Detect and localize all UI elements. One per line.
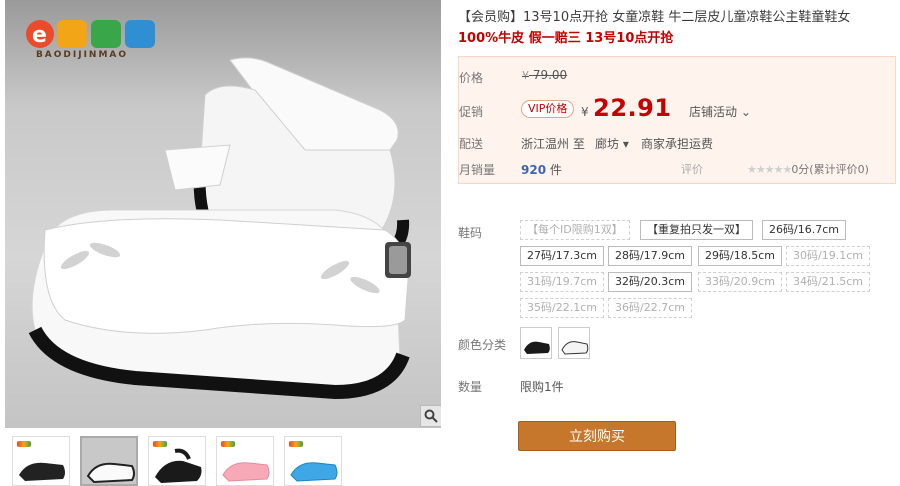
- size-option[interactable]: 【每个ID限购1双】: [520, 220, 630, 240]
- size-option[interactable]: 36码/22.7cm: [608, 298, 692, 318]
- white-sandal-thumb-icon: [82, 438, 136, 484]
- size-option[interactable]: 29码/18.5cm: [698, 246, 782, 266]
- black-sandal-swatch-icon: [524, 341, 550, 354]
- pink-sandal-thumb-icon: [222, 462, 270, 482]
- promo-price: ¥22.91: [581, 94, 672, 122]
- promo-label: 促销: [459, 105, 484, 119]
- sandal-illustration: [28, 57, 411, 400]
- star-rating-icon: ★★★★★: [747, 163, 792, 176]
- sales-count: 920: [521, 163, 547, 177]
- magnifier-icon: [424, 409, 438, 423]
- price-panel: 价格 ¥ 79.00 促销 VIP价格 ¥22.91 店铺活动 ⌄ 配送 浙江温…: [458, 56, 896, 184]
- monthly-sales: 920 件: [521, 161, 562, 178]
- freight-info: 商家承担运费: [641, 137, 714, 151]
- size-label: 鞋码: [458, 226, 483, 240]
- size-option[interactable]: 32码/20.3cm: [608, 272, 692, 292]
- original-price: ¥ 79.00: [522, 68, 567, 82]
- original-price-value: 79.00: [532, 68, 568, 82]
- black-sandal-thumb-icon: [19, 462, 65, 481]
- thumbnail-pink[interactable]: [216, 436, 274, 486]
- color-label: 颜色分类: [458, 338, 507, 352]
- quantity-limit: 限购1件: [520, 380, 564, 394]
- monthly-sales-label: 月销量: [459, 163, 496, 177]
- thumbnail-black-2[interactable]: [148, 436, 206, 486]
- buy-now-button[interactable]: 立刻购买: [518, 421, 676, 451]
- promo-price-value: 22.91: [593, 94, 672, 122]
- currency-symbol: ¥: [581, 105, 590, 119]
- currency-symbol: ¥: [522, 69, 529, 82]
- white-sandal-swatch-icon: [561, 341, 589, 355]
- size-option[interactable]: 35码/22.1cm: [520, 298, 604, 318]
- thumbnail-strip: [5, 430, 441, 486]
- shop-activity-dropdown[interactable]: 店铺活动 ⌄: [689, 103, 751, 120]
- black-sandal-thumb-icon: [155, 448, 202, 483]
- size-option[interactable]: 26码/16.7cm: [762, 220, 846, 240]
- thumbnail-white[interactable]: [80, 436, 138, 486]
- ship-to-dropdown[interactable]: 廊坊 ▾: [595, 135, 629, 152]
- vip-price-badge: VIP价格: [521, 100, 575, 118]
- price-label: 价格: [459, 71, 484, 85]
- size-option[interactable]: 34码/21.5cm: [786, 272, 870, 292]
- size-option[interactable]: 30码/19.1cm: [786, 246, 870, 266]
- rating-label: 评价: [681, 163, 703, 176]
- product-subtitle: 100%牛皮 假一赔三 13号10点开抢: [458, 31, 674, 46]
- main-product-image[interactable]: e BAODIJINMAO: [5, 0, 441, 428]
- rating-text: 0分(累计评价0): [791, 163, 869, 176]
- sales-unit: 件: [549, 163, 562, 177]
- size-option[interactable]: 31码/19.7cm: [520, 272, 604, 292]
- ship-from-location: 浙江温州 至: [521, 137, 585, 151]
- zoom-button[interactable]: [420, 405, 441, 427]
- rating[interactable]: ★★★★★0分(累计评价0): [747, 161, 869, 177]
- thumbnail-black-1[interactable]: [12, 436, 70, 486]
- size-option[interactable]: 【重复拍只发一双】: [640, 220, 753, 240]
- size-option[interactable]: 28码/17.9cm: [608, 246, 692, 266]
- blue-sandal-thumb-icon: [290, 462, 338, 482]
- quantity-label: 数量: [458, 380, 483, 394]
- color-swatch-black[interactable]: [520, 327, 552, 359]
- size-option[interactable]: 27码/17.3cm: [520, 246, 604, 266]
- product-title: 【会员购】13号10点开抢 女童凉鞋 牛二层皮儿童凉鞋公主鞋童鞋女: [458, 10, 851, 25]
- color-swatch-white[interactable]: [558, 327, 590, 359]
- size-option[interactable]: 33码/20.9cm: [698, 272, 782, 292]
- thumbnail-blue[interactable]: [284, 436, 342, 486]
- shipping-label: 配送: [459, 137, 484, 151]
- product-info-panel: 【会员购】13号10点开抢 女童凉鞋 牛二层皮儿童凉鞋公主鞋童鞋女 100%牛皮…: [458, 0, 900, 486]
